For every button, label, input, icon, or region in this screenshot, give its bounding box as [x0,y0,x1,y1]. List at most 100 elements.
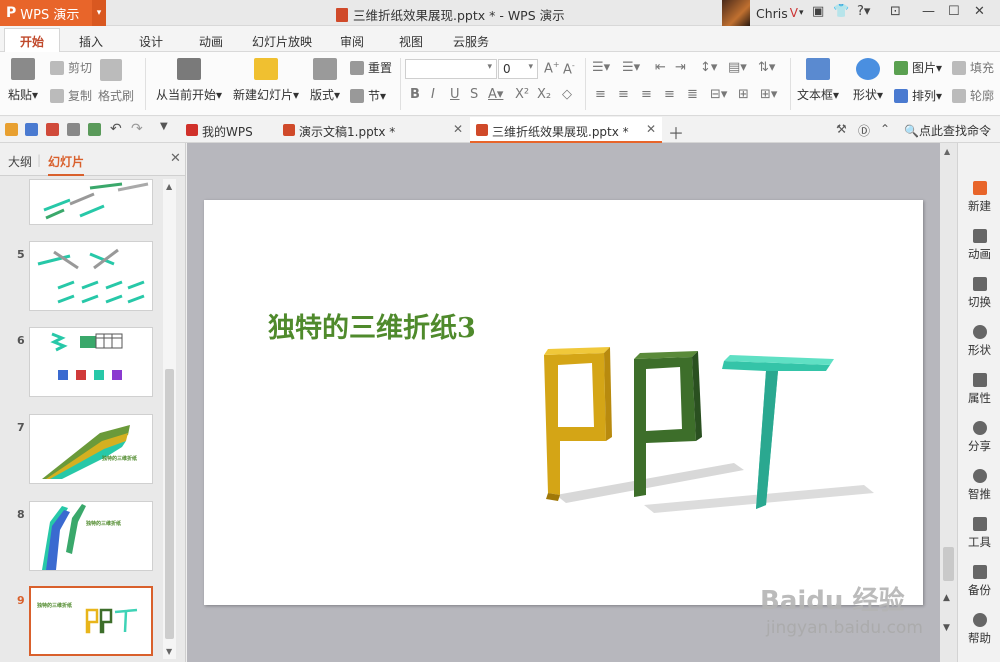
tab-slides[interactable]: 幻灯片 [48,153,85,176]
slide-scrollbar[interactable]: ▲ ▲ ▼ [940,143,957,662]
collapse-ribbon-icon[interactable]: ⌃ [880,122,893,136]
align-right-icon[interactable]: ≡ [641,87,652,102]
shadow-text-icon[interactable]: S [470,87,478,102]
numbering-icon[interactable]: ☰▾ [622,60,640,75]
slide-thumbnail[interactable] [29,327,153,397]
save-icon[interactable] [25,123,38,136]
layout-button[interactable]: 版式▾ [307,58,343,103]
task-shape-button[interactable]: 形状 [958,325,1000,358]
bold-icon[interactable]: B [410,87,420,102]
print-icon[interactable] [67,123,80,136]
ppt-3d-origami-art[interactable] [534,345,884,525]
skin-icon[interactable]: ▣ [812,4,824,19]
align-center-icon[interactable]: ≡ [618,87,629,102]
task-properties-button[interactable]: 属性 [958,373,1000,406]
picture-button[interactable]: 图片 ▾ [894,59,942,76]
align-text-icon[interactable]: ⊟▾ [710,87,727,102]
align-left-icon[interactable]: ≡ [595,87,606,102]
new-tab-icon[interactable]: ＋ [668,120,684,143]
font-color-icon[interactable]: A▾ [488,87,503,102]
tab-animation[interactable]: 动画 [199,33,223,50]
scrollbar-thumb[interactable] [943,547,954,581]
help-icon[interactable]: ?▾ [857,4,870,19]
tab-cloud[interactable]: 云服务 [453,33,489,50]
fill-button[interactable]: 填充 [952,59,994,76]
bullets-icon[interactable]: ☰▾ [592,60,610,75]
slide-thumbnail[interactable]: 独特的三维折纸 [29,414,153,484]
slide-title[interactable]: 独特的三维折纸3 [268,306,476,345]
print-preview-icon[interactable] [88,123,101,136]
task-new-button[interactable]: 新建 [958,181,1000,214]
maximize-icon[interactable]: ☐ [948,4,960,19]
close-icon[interactable]: ✕ [974,4,985,19]
tab-view[interactable]: 视图 [399,33,423,50]
tab-slideshow[interactable]: 幻灯片放映 [252,33,312,50]
underline-icon[interactable]: U [450,87,460,102]
task-transition-button[interactable]: 切换 [958,277,1000,310]
close-icon[interactable]: ✕ [170,151,181,166]
app-menu-button[interactable]: P WPS 演示 ▾ [0,0,106,26]
italic-icon[interactable]: I [431,87,435,102]
increase-indent-icon[interactable]: ⇥ [675,60,686,75]
table-icon[interactable]: ⊞ [738,87,749,102]
slide-thumbnail[interactable] [29,179,153,225]
minimize-icon[interactable]: — [922,4,935,19]
task-recommend-button[interactable]: 智推 [958,469,1000,502]
font-name-select[interactable]: ▾ [405,59,497,79]
tab-outline[interactable]: 大纲 [8,153,32,170]
new-slide-button[interactable]: 新建幻灯片▾ [230,58,302,103]
export-pdf-icon[interactable] [46,123,59,136]
history-icon[interactable]: Ⓓ [858,122,871,138]
doc-tab-my-wps[interactable]: 我的WPS [180,117,263,143]
reset-button[interactable]: 重置 [350,59,392,76]
outline-button[interactable]: 轮廓 [952,87,994,104]
scroll-up-icon[interactable]: ▲ [166,182,172,191]
thumbnail-scrollbar[interactable]: ▲ ▼ [163,179,176,659]
chevron-down-icon[interactable]: ▾ [92,0,106,26]
close-icon[interactable]: ✕ [646,122,656,136]
user-account[interactable]: Chris V ▾ [722,0,804,26]
chevron-down-icon[interactable]: ▾ [799,8,804,18]
avatar[interactable] [722,0,750,26]
task-tools-button[interactable]: 工具 [958,517,1000,550]
shapes-button[interactable]: 形状▾ [850,58,886,103]
scroll-down-icon[interactable]: ▼ [166,647,172,656]
slide-thumbnail[interactable] [29,241,153,311]
columns-icon[interactable]: ▤▾ [728,60,747,75]
shirt-icon[interactable]: 👕 [833,4,849,19]
smartart-icon[interactable]: ⊞▾ [760,87,777,102]
distribute-icon[interactable]: ≣ [687,87,698,102]
undo-icon[interactable]: ↶ [110,121,123,137]
open-folder-icon[interactable] [5,123,18,136]
tab-home[interactable]: 开始 [4,28,61,52]
superscript-icon[interactable]: X² [515,87,529,102]
textbox-button[interactable]: 文本框▾ [796,58,840,103]
slide-thumbnail[interactable]: 独特的三维折纸 [29,501,153,571]
format-painter-button[interactable] [100,59,126,81]
command-search[interactable]: 🔍点此查找命令 [904,122,991,139]
next-slide-icon[interactable]: ▼ [943,623,950,633]
section-button[interactable]: 节 ▾ [350,87,386,104]
task-help-button[interactable]: 帮助 [958,613,1000,646]
doc-tab-presentation1[interactable]: 演示文稿1.pptx * ✕ [277,117,469,143]
chevron-down-icon[interactable]: ▼ [160,121,173,134]
clear-format-icon[interactable]: ◇ [562,87,572,102]
subscript-icon[interactable]: X₂ [537,87,551,102]
current-slide[interactable]: 独特的三维折纸3 [204,200,923,605]
format-painter-label[interactable]: 格式刷 [98,87,134,104]
grow-font-icon[interactable]: A+ [544,60,560,76]
line-spacing-icon[interactable]: ↕▾ [700,60,717,75]
task-share-button[interactable]: 分享 [958,421,1000,454]
decrease-indent-icon[interactable]: ⇤ [655,60,666,75]
pin-icon[interactable]: ⚒ [836,122,849,136]
cut-button[interactable]: 剪切 [50,59,92,76]
text-direction-icon[interactable]: ⇅▾ [758,60,775,75]
play-from-current-button[interactable]: 从当前开始▾ [152,58,226,103]
close-icon[interactable]: ✕ [453,122,463,136]
fullscreen-icon[interactable]: ⊡ [890,4,901,19]
tab-insert[interactable]: 插入 [79,33,103,50]
scroll-up-icon[interactable]: ▲ [944,147,950,156]
task-backup-button[interactable]: 备份 [958,565,1000,598]
shrink-font-icon[interactable]: A- [563,61,575,77]
previous-slide-icon[interactable]: ▲ [943,593,950,603]
